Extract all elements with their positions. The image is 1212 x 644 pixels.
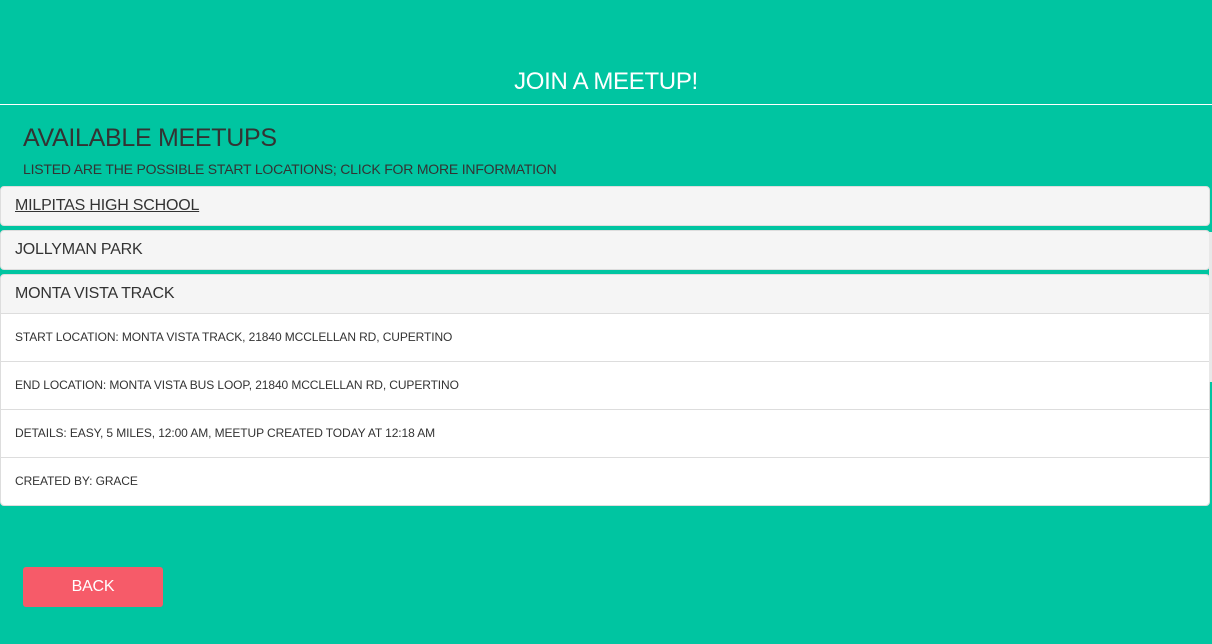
meetup-page: JOIN A MEETUP! AVAILABLE MEETUPS LISTED … [0, 0, 1212, 644]
meetup-panel-milpitas[interactable]: MILPITAS HIGH SCHOOL [0, 186, 1210, 226]
section-subtitle: LISTED ARE THE POSSIBLE START LOCATIONS;… [23, 161, 557, 177]
meetup-details: START LOCATION: MONTA VISTA TRACK, 21840… [1, 313, 1209, 505]
meetup-link-monta-vista[interactable]: MONTA VISTA TRACK [1, 275, 1209, 313]
detail-created-by: CREATED BY: GRACE [1, 457, 1209, 505]
meetup-link-milpitas[interactable]: MILPITAS HIGH SCHOOL [1, 187, 1209, 225]
meetup-panel-monta-vista[interactable]: MONTA VISTA TRACK START LOCATION: MONTA … [0, 274, 1210, 506]
detail-info: DETAILS: EASY, 5 MILES, 12:00 AM, MEETUP… [1, 409, 1209, 457]
detail-end-location: END LOCATION: MONTA VISTA BUS LOOP, 2184… [1, 361, 1209, 409]
meetup-panel-jollyman[interactable]: JOLLYMAN PARK [0, 230, 1210, 270]
detail-start-location: START LOCATION: MONTA VISTA TRACK, 21840… [1, 313, 1209, 361]
back-button[interactable]: BACK [23, 567, 163, 607]
page-title: JOIN A MEETUP! [514, 68, 698, 95]
header-bar: JOIN A MEETUP! [0, 0, 1212, 105]
section-title: AVAILABLE MEETUPS [23, 124, 277, 152]
meetup-link-jollyman[interactable]: JOLLYMAN PARK [1, 231, 1209, 269]
